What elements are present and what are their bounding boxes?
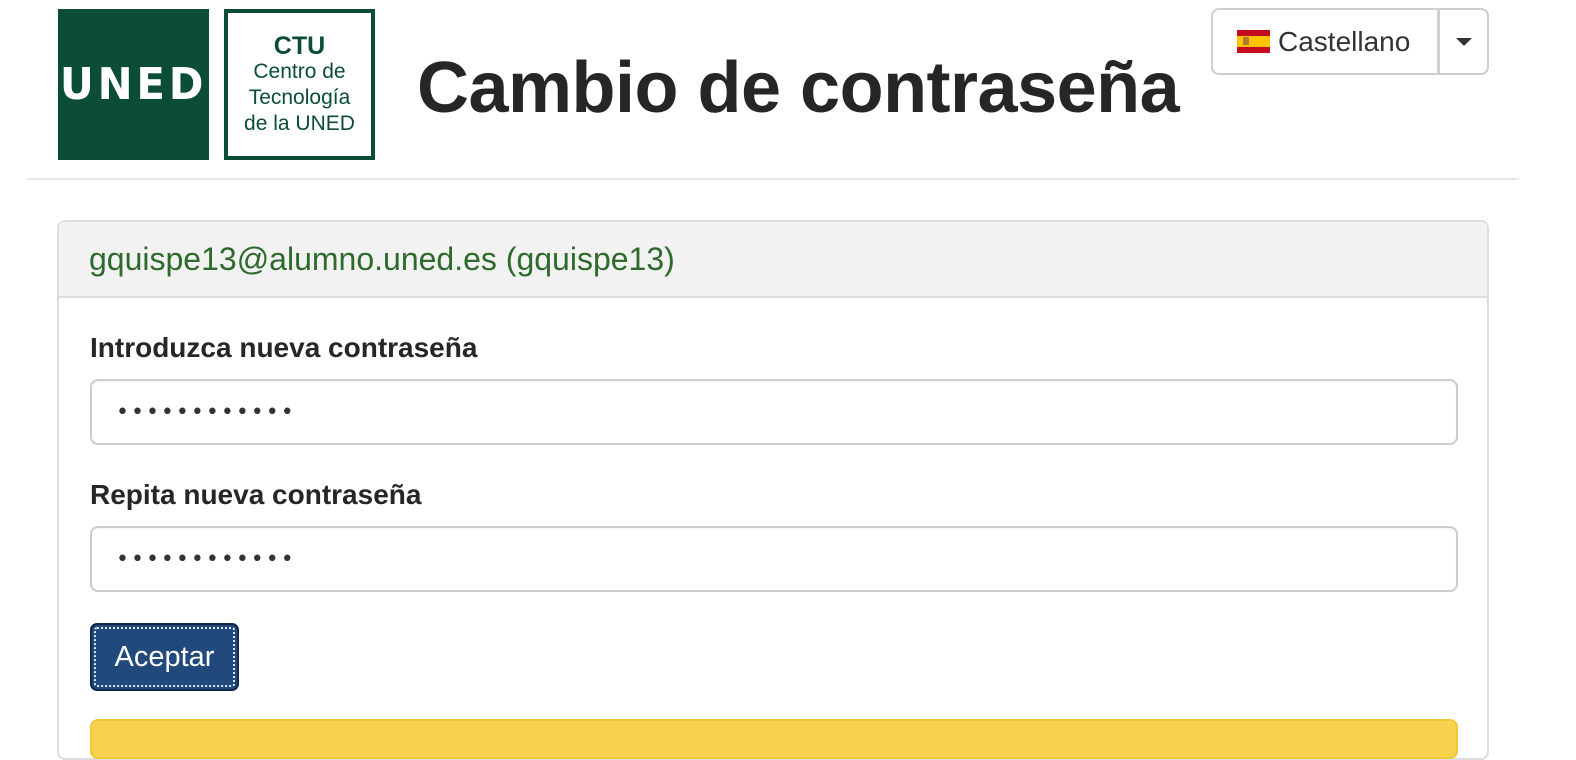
caret-down-icon	[1455, 37, 1472, 46]
ctu-logo-line4: de la UNED	[244, 111, 355, 135]
ctu-logo: CTU Centro de Tecnología de la UNED	[224, 9, 375, 160]
repeat-password-input[interactable]	[90, 526, 1458, 592]
uned-logo: UNED	[58, 9, 209, 160]
ctu-logo-line1: CTU	[273, 31, 326, 60]
password-change-panel: gquispe13@alumno.uned.es (gquispe13) Int…	[57, 220, 1489, 760]
language-dropdown-toggle[interactable]	[1437, 10, 1487, 73]
repeat-password-label: Repita nueva contraseña	[90, 479, 422, 510]
language-label: Castellano	[1278, 25, 1411, 57]
header-divider	[27, 178, 1519, 180]
panel-heading: gquispe13@alumno.uned.es (gquispe13)	[59, 222, 1487, 298]
account-identity: gquispe13@alumno.uned.es (gquispe13)	[89, 240, 675, 277]
spain-flag-icon	[1237, 30, 1270, 53]
accept-button[interactable]: Aceptar	[90, 623, 239, 691]
language-button[interactable]: Castellano	[1213, 10, 1437, 73]
ctu-logo-line3: Tecnología	[248, 85, 351, 109]
new-password-input[interactable]	[90, 379, 1458, 445]
page-title: Cambio de contraseña	[417, 48, 1180, 128]
ctu-logo-line2: Centro de	[253, 59, 346, 83]
new-password-label: Introduzca nueva contraseña	[90, 332, 478, 363]
alert-message	[90, 719, 1458, 759]
uned-logo-text: UNED	[59, 59, 208, 110]
language-selector: Castellano	[1211, 8, 1489, 75]
